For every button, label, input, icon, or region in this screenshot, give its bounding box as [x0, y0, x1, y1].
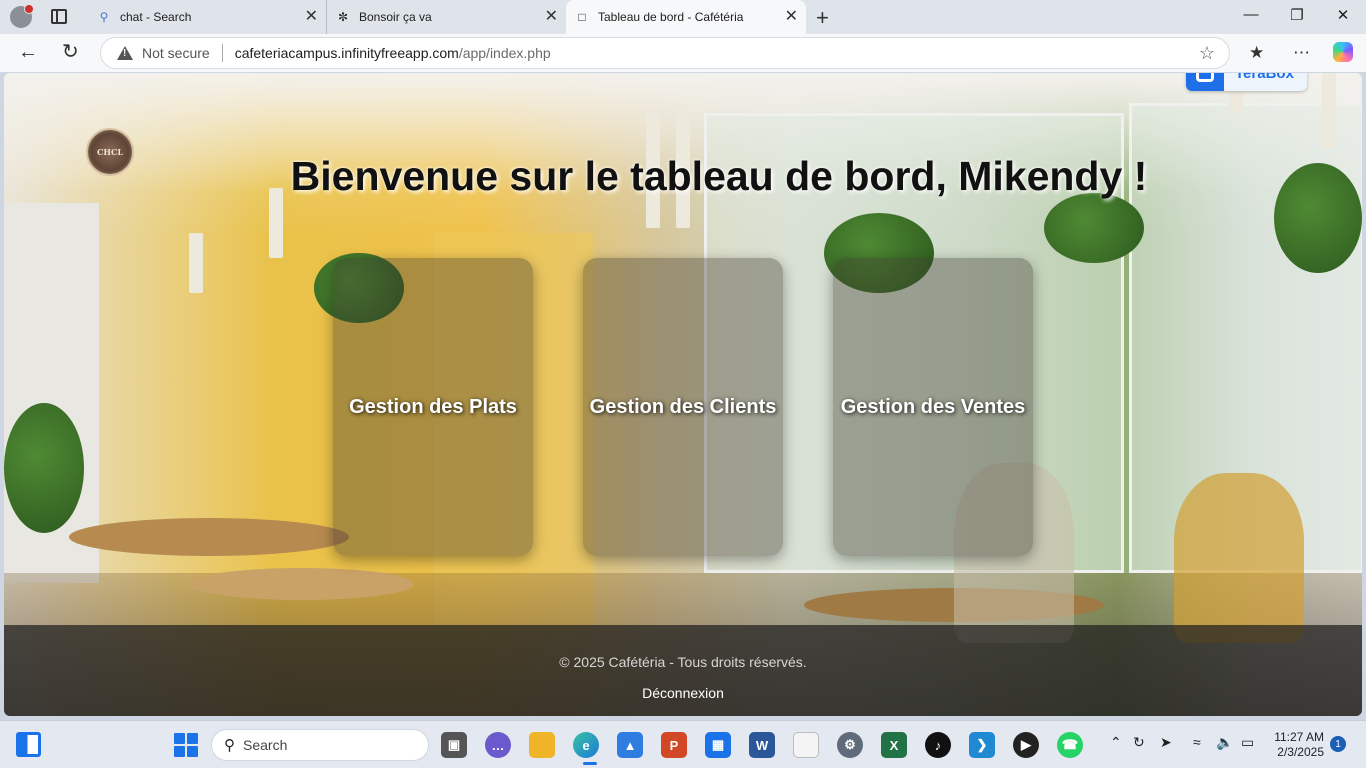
widgets-icon[interactable] — [16, 732, 41, 757]
powerpoint-icon[interactable]: P — [661, 732, 687, 758]
url-path[interactable]: /app/index.php — [459, 45, 551, 61]
reload-icon[interactable]: ↻ — [62, 42, 79, 62]
card-gestion-ventes[interactable]: Gestion des Ventes — [833, 258, 1033, 556]
photos-icon[interactable]: ▲ — [617, 732, 643, 758]
profile-avatar-icon[interactable] — [10, 4, 34, 28]
taskbar-search-placeholder: Search — [243, 737, 288, 753]
openai-icon: ✼ — [337, 10, 349, 24]
clock-date: 2/3/2025 — [1277, 745, 1324, 759]
card-label: Gestion des Clients — [589, 395, 777, 418]
copilot-icon[interactable] — [1333, 42, 1353, 62]
tab-bonsoir[interactable]: ✼ Bonsoir ça va ✕ — [326, 0, 566, 34]
terabox-label: TeraBox — [1235, 73, 1294, 82]
windows-taskbar: ⚲ Search ▣ … e ▲ P ▦ W ⚙ X ♪ ❯ ▶ ☎ ⌃ ↻ ➤… — [0, 720, 1366, 768]
vscode-icon[interactable]: ❯ — [969, 732, 995, 758]
page-icon: □ — [578, 10, 586, 24]
address-bar[interactable]: Not secure cafeteriacampus.infinityfreea… — [100, 37, 1230, 69]
new-tab-button[interactable]: + — [816, 5, 829, 31]
tab-tableau-de-bord[interactable]: □ Tableau de bord - Cafétéria ✕ — [566, 0, 806, 34]
tab-title: chat - Search — [120, 10, 192, 24]
terabox-extension-button[interactable]: TeraBox — [1186, 73, 1307, 91]
clock-time: 11:27 AM — [1274, 730, 1324, 744]
pendant-lamp — [189, 233, 203, 293]
url-host[interactable]: cafeteriacampus.infinityfreeapp.com — [235, 45, 459, 61]
close-tab-icon[interactable]: ✕ — [785, 9, 798, 25]
background-plant — [4, 403, 84, 533]
copyright-text: © 2025 Cafétéria - Tous droits réservés. — [559, 654, 807, 670]
browser-toolbar: ← ↻ Not secure cafeteriacampus.infinityf… — [0, 34, 1366, 72]
background-table — [189, 568, 414, 600]
tab-title: Tableau de bord - Cafétéria — [598, 10, 744, 24]
logout-link[interactable]: Déconnexion — [4, 685, 1362, 701]
tab-actions-icon[interactable] — [51, 9, 67, 24]
notepad-icon[interactable] — [793, 732, 819, 758]
page-title: Bienvenue sur le tableau de bord, Mikend… — [290, 153, 1148, 199]
card-label: Gestion des Ventes — [840, 395, 1026, 418]
browser-tab-strip: ⚲ chat - Search ✕ ✼ Bonsoir ça va ✕ □ Ta… — [0, 0, 1366, 34]
search-icon: ⚲ — [99, 10, 109, 24]
file-explorer-icon[interactable] — [529, 732, 555, 758]
back-arrow-icon[interactable]: ← — [18, 42, 38, 62]
favorite-star-icon[interactable]: ☆ — [1199, 43, 1215, 64]
tab-title: Bonsoir ça va — [359, 10, 432, 24]
more-options-icon[interactable]: ⋯ — [1293, 43, 1310, 63]
media-player-icon[interactable]: ▶ — [1013, 732, 1039, 758]
show-hidden-icons-chevron-icon[interactable]: ⌃ — [1110, 734, 1122, 751]
volume-icon[interactable]: 🔈 — [1216, 734, 1233, 751]
background-plant — [1044, 193, 1144, 263]
notification-badge[interactable]: 1 — [1330, 736, 1346, 752]
whatsapp-icon[interactable]: ☎ — [1057, 732, 1083, 758]
word-icon[interactable]: W — [749, 732, 775, 758]
address-separator — [221, 44, 223, 62]
background-person — [1174, 473, 1304, 643]
close-tab-icon[interactable]: ✕ — [545, 9, 558, 25]
active-app-indicator — [583, 762, 597, 765]
pendant-lamp — [1322, 73, 1336, 148]
page-viewport: CHCL TeraBox Bienvenue sur le tableau de… — [4, 73, 1362, 716]
card-gestion-clients[interactable]: Gestion des Clients — [583, 258, 783, 556]
restore-icon[interactable]: ❐ — [1287, 6, 1307, 24]
taskbar-search-box[interactable]: ⚲ Search — [211, 729, 429, 761]
windows-start-icon[interactable] — [174, 733, 198, 757]
battery-icon[interactable]: ▭ — [1241, 734, 1254, 751]
warning-icon[interactable] — [117, 46, 133, 60]
page-footer: © 2025 Cafétéria - Tous droits réservés.… — [4, 625, 1362, 716]
favorites-icon[interactable]: ★ — [1249, 43, 1264, 63]
location-icon[interactable]: ➤ — [1160, 734, 1172, 751]
background-pillar — [4, 203, 99, 583]
card-label: Gestion des Plats — [349, 395, 517, 418]
sync-icon[interactable]: ↻ — [1133, 734, 1145, 751]
chat-icon[interactable]: … — [485, 732, 511, 758]
microsoft-store-icon[interactable]: ▦ — [705, 732, 731, 758]
close-tab-icon[interactable]: ✕ — [305, 9, 318, 25]
card-gestion-plats[interactable]: Gestion des Plats — [333, 258, 533, 556]
excel-icon[interactable]: X — [881, 732, 907, 758]
minimize-icon[interactable]: — — [1241, 6, 1261, 23]
security-status[interactable]: Not secure — [142, 45, 210, 61]
background-table — [804, 588, 1104, 622]
terabox-icon — [1186, 73, 1224, 91]
system-clock[interactable]: 11:27 AM 2/3/2025 — [1272, 730, 1324, 760]
edge-browser-icon[interactable]: e — [573, 732, 599, 758]
task-view-icon[interactable]: ▣ — [441, 732, 467, 758]
close-window-icon[interactable]: ✕ — [1333, 6, 1353, 24]
background-table — [69, 518, 349, 556]
tiktok-icon[interactable]: ♪ — [925, 732, 951, 758]
search-icon: ⚲ — [224, 737, 235, 754]
wifi-icon[interactable]: ≈ — [1193, 734, 1201, 750]
tab-chat-search[interactable]: ⚲ chat - Search ✕ — [86, 0, 326, 34]
settings-gear-icon[interactable]: ⚙ — [837, 732, 863, 758]
